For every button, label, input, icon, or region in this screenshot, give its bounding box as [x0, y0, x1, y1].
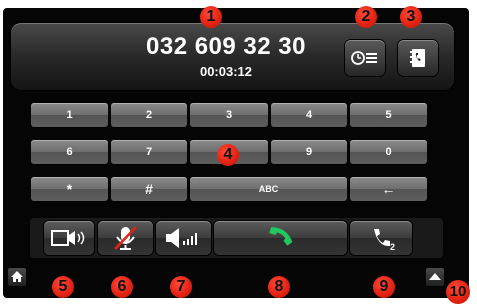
clock-list-icon [351, 51, 377, 65]
callout-marker: 10 [446, 280, 470, 304]
call-log-button[interactable] [345, 40, 385, 76]
speaker-volume-icon [166, 228, 197, 248]
callout-marker: 2 [355, 6, 377, 28]
home-icon [11, 271, 23, 282]
key-4[interactable]: 4 [271, 103, 347, 127]
svg-text:2: 2 [390, 242, 395, 252]
call-timer: 00:03:12 [199, 64, 253, 79]
phonebook-icon [410, 49, 425, 67]
key-backspace[interactable]: ← [350, 177, 427, 201]
callout-marker: 3 [400, 6, 422, 28]
key-star[interactable]: * [31, 177, 108, 201]
callout-marker: 7 [170, 276, 192, 298]
callout-marker: 5 [52, 276, 74, 298]
arrow-up-icon [429, 273, 441, 280]
scroll-up-button[interactable] [426, 268, 444, 286]
key-5[interactable]: 5 [350, 103, 427, 127]
callout-marker: 4 [217, 144, 239, 166]
phonebook-button[interactable] [398, 40, 438, 76]
key-9[interactable]: 9 [271, 140, 347, 164]
home-button[interactable] [8, 268, 26, 286]
key-7[interactable]: 7 [111, 140, 187, 164]
phone-number: 032 609 32 30 [146, 33, 306, 60]
key-hash[interactable]: # [111, 177, 187, 201]
camera-speaker-icon [51, 230, 85, 246]
phone-call-icon [269, 227, 293, 246]
call-display: 032 609 32 30 00:03:12 [11, 23, 454, 90]
volume-button[interactable] [156, 221, 211, 255]
call-button[interactable] [214, 221, 347, 255]
callout-marker: 1 [200, 6, 222, 28]
key-abc[interactable]: ABC [190, 177, 347, 201]
key-2[interactable]: 2 [111, 103, 187, 127]
callout-marker: 6 [111, 276, 133, 298]
video-button[interactable] [44, 221, 94, 255]
phone-line-2-icon: 2 [374, 229, 395, 252]
key-0[interactable]: 0 [350, 140, 427, 164]
microphone-muted-icon [114, 226, 137, 250]
key-3[interactable]: 3 [190, 103, 268, 127]
callout-marker: 8 [268, 276, 290, 298]
key-6[interactable]: 6 [31, 140, 108, 164]
callout-marker: 9 [373, 276, 395, 298]
second-call-button[interactable]: 2 [350, 221, 412, 255]
mute-mic-button[interactable] [98, 221, 153, 255]
key-1[interactable]: 1 [31, 103, 108, 127]
phone-call-screen: 032 609 32 30 00:03:12 1 2 3 4 5 6 7 9 0… [0, 0, 477, 308]
